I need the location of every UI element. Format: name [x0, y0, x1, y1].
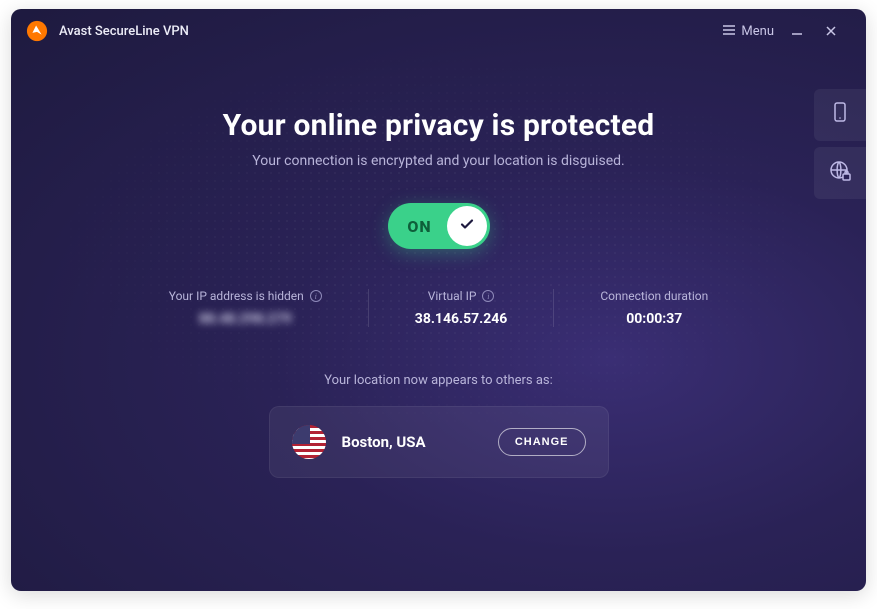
stat-real-ip-value: 88.48.298.279 — [169, 311, 322, 327]
stat-virtual-ip-value: 38.146.57.246 — [415, 311, 508, 327]
toggle-knob — [447, 206, 487, 246]
us-flag-icon — [292, 425, 326, 459]
stat-real-ip-label: Your IP address is hidden — [169, 289, 304, 303]
location-name: Boston, USA — [342, 433, 482, 451]
location-card: Boston, USA CHANGE — [269, 406, 609, 478]
status-heading: Your online privacy is protected — [11, 108, 866, 143]
connection-stats: Your IP address is hidden i 88.48.298.27… — [11, 289, 866, 327]
menu-label: Menu — [741, 24, 774, 39]
titlebar: Avast SecureLine VPN Menu — [11, 9, 866, 53]
change-location-button[interactable]: CHANGE — [498, 428, 586, 456]
stat-real-ip: Your IP address is hidden i 88.48.298.27… — [123, 289, 368, 327]
app-window: Avast SecureLine VPN Menu — [11, 9, 866, 591]
stat-virtual-ip-label: Virtual IP — [428, 289, 477, 303]
close-button[interactable] — [814, 16, 848, 46]
status-subheading: Your connection is encrypted and your lo… — [11, 153, 866, 169]
hamburger-icon — [723, 24, 735, 39]
avast-logo-icon — [25, 19, 49, 43]
app-title: Avast SecureLine VPN — [59, 24, 189, 39]
stat-duration-label: Connection duration — [600, 289, 708, 303]
location-caption: Your location now appears to others as: — [11, 373, 866, 388]
main-content: Your online privacy is protected Your co… — [11, 53, 866, 478]
minimize-button[interactable] — [780, 16, 814, 46]
stat-duration-value: 00:00:37 — [600, 311, 708, 327]
stat-virtual-ip: Virtual IP i 38.146.57.246 — [368, 289, 554, 327]
check-icon — [458, 215, 476, 237]
info-icon[interactable]: i — [310, 290, 322, 302]
vpn-toggle[interactable]: ON — [388, 203, 490, 249]
info-icon[interactable]: i — [482, 290, 494, 302]
menu-button[interactable]: Menu — [717, 20, 780, 43]
stat-duration: Connection duration 00:00:37 — [553, 289, 754, 327]
